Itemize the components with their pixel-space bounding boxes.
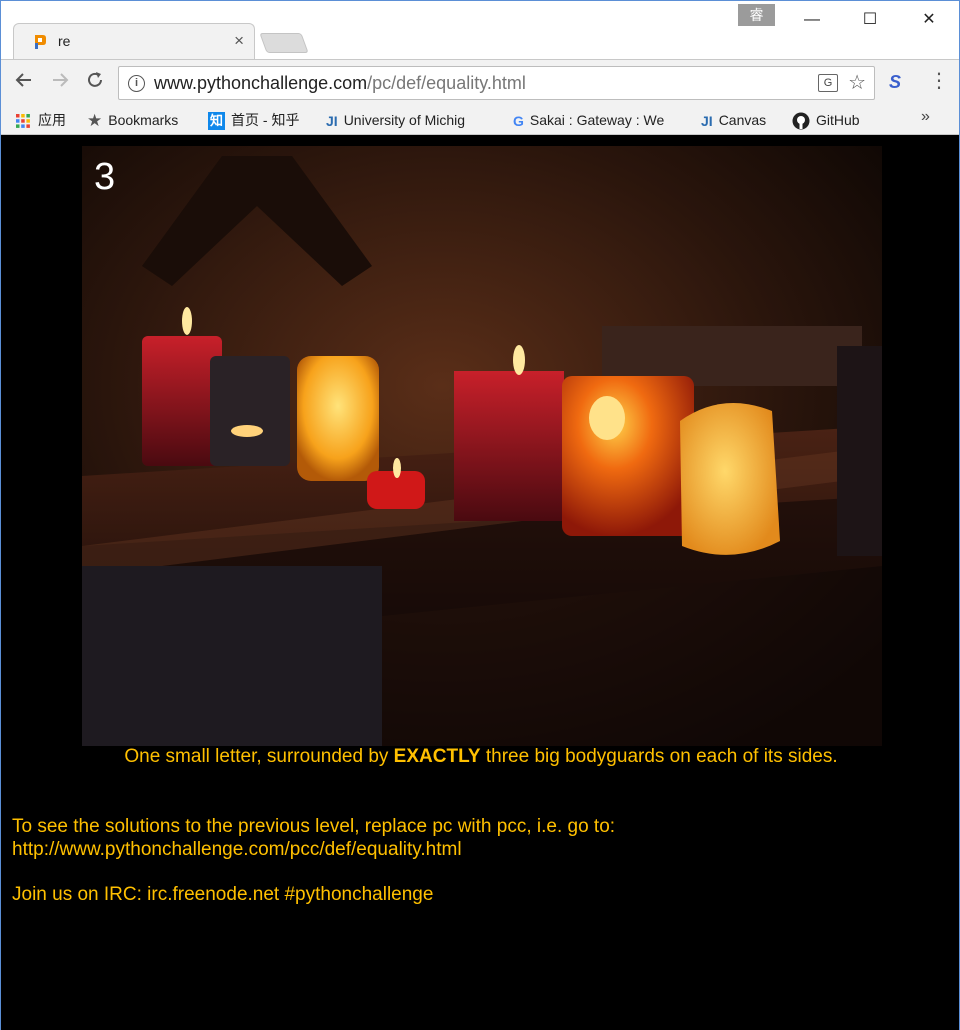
zhihu-icon: 知 bbox=[208, 112, 226, 131]
bookmark-label: 首页 - 知乎 bbox=[231, 112, 300, 128]
caption-bold: EXACTLY bbox=[393, 746, 481, 767]
close-window-button[interactable]: ✕ bbox=[906, 7, 952, 33]
solutions-text: To see the solutions to the previous lev… bbox=[12, 815, 615, 861]
riddle-caption: One small letter, surrounded by EXACTLY … bbox=[1, 746, 960, 768]
ji-icon: JI bbox=[701, 113, 713, 130]
url-path: /pc/def/equality.html bbox=[367, 73, 526, 93]
bookmark-apps[interactable]: 应用 bbox=[15, 109, 66, 131]
title-bar: re × 睿 — ☐ ✕ bbox=[1, 1, 959, 59]
browser-toolbar: i www.pythonchallenge.com/pc/def/equalit… bbox=[1, 59, 959, 105]
star-icon: ★ bbox=[87, 111, 103, 131]
arrow-left-icon bbox=[15, 73, 31, 87]
url-text[interactable]: www.pythonchallenge.com/pc/def/equality.… bbox=[154, 73, 526, 94]
bookmark-bookmarks[interactable]: ★ Bookmarks bbox=[87, 109, 178, 131]
bookmark-label: 应用 bbox=[38, 112, 66, 128]
arrow-right-icon bbox=[53, 73, 69, 87]
bookmark-label: GitHub bbox=[816, 112, 860, 128]
bookmark-sakai[interactable]: G Sakai : Gateway : We bbox=[513, 109, 685, 131]
google-icon: G bbox=[513, 113, 524, 130]
minimize-button[interactable]: — bbox=[789, 7, 835, 33]
solutions-url: http://www.pythonchallenge.com/pcc/def/e… bbox=[12, 839, 462, 860]
bookmark-canvas[interactable]: JI Canvas bbox=[701, 109, 766, 131]
menu-kebab-icon[interactable]: ⋮ bbox=[929, 70, 949, 92]
irc-text: Join us on IRC: irc.freenode.net #python… bbox=[12, 884, 434, 905]
python-favicon-icon bbox=[35, 35, 46, 49]
ime-indicator: 睿 bbox=[738, 4, 775, 26]
ji-icon: JI bbox=[326, 113, 338, 130]
reload-button[interactable] bbox=[83, 70, 107, 94]
reload-icon bbox=[88, 72, 102, 87]
extension-icon[interactable]: S bbox=[889, 72, 901, 93]
tab-close-icon[interactable]: × bbox=[234, 31, 244, 51]
bookmark-star-icon[interactable]: ☆ bbox=[848, 70, 866, 95]
bookmark-label: Canvas bbox=[718, 112, 767, 128]
bookmark-umich[interactable]: JI University of Michig bbox=[326, 109, 496, 131]
page-content: 3 One small letter, surrounded by EXACTL… bbox=[1, 135, 959, 1030]
caption-text-after: three big bodyguards on each of its side… bbox=[480, 746, 838, 767]
new-tab-button[interactable] bbox=[259, 33, 309, 53]
info-icon[interactable]: i bbox=[128, 75, 145, 92]
caption-text-before: One small letter, surrounded by bbox=[124, 746, 394, 767]
candles-photo: 3 bbox=[82, 146, 882, 746]
back-button[interactable] bbox=[12, 70, 36, 94]
apps-icon bbox=[16, 114, 30, 129]
browser-window: re × 睿 — ☐ ✕ i www.pythonchallenge.com/p… bbox=[0, 0, 960, 1030]
bookmarks-bar: 应用 ★ Bookmarks 知首页 - 知乎 JI University of M… bbox=[1, 105, 959, 135]
bookmark-github[interactable]: GitHub bbox=[792, 109, 860, 131]
bookmarks-overflow-button[interactable]: » bbox=[921, 108, 930, 126]
solutions-line: To see the solutions to the previous lev… bbox=[12, 816, 616, 837]
translate-icon[interactable]: G bbox=[818, 74, 838, 92]
photo-number-label: 3 bbox=[94, 156, 116, 198]
address-bar[interactable]: i www.pythonchallenge.com/pc/def/equalit… bbox=[118, 66, 875, 100]
url-domain: www.pythonchallenge.com bbox=[154, 73, 368, 93]
bookmark-zhihu[interactable]: 知首页 - 知乎 bbox=[208, 109, 299, 131]
browser-tab[interactable]: re × bbox=[13, 23, 255, 59]
tab-title: re bbox=[58, 33, 71, 49]
maximize-button[interactable]: ☐ bbox=[847, 7, 893, 33]
bookmark-label: Bookmarks bbox=[108, 112, 179, 128]
bookmark-label: Sakai : Gateway : We bbox=[529, 112, 665, 128]
bookmark-label: University of Michig bbox=[343, 112, 466, 128]
candles-image bbox=[82, 146, 882, 746]
forward-button[interactable] bbox=[48, 70, 72, 94]
github-icon bbox=[792, 112, 810, 130]
